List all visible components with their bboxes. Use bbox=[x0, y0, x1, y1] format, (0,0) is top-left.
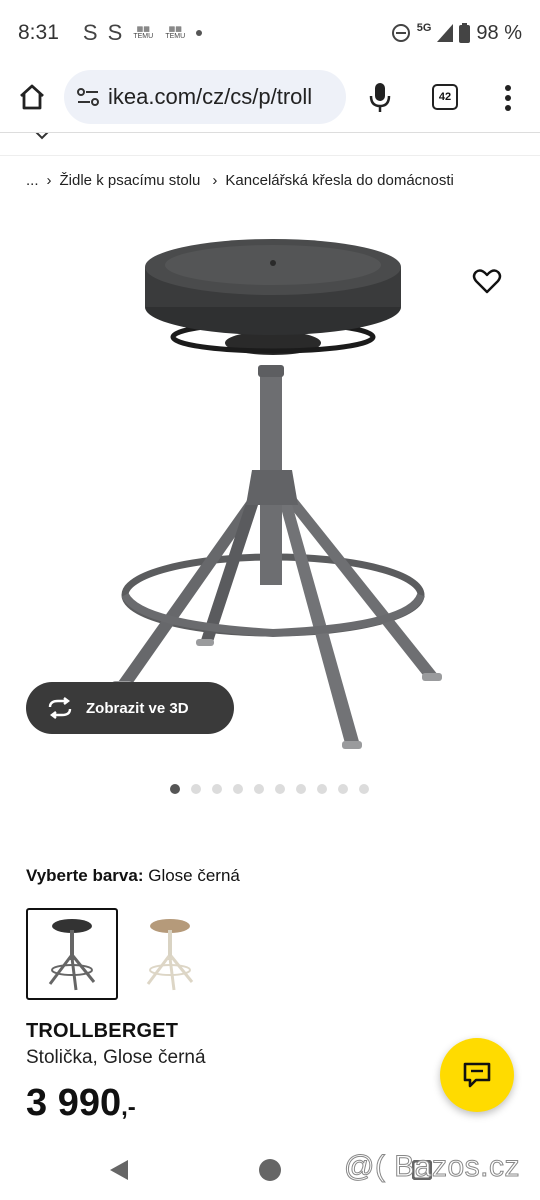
gallery-dot[interactable] bbox=[170, 784, 180, 794]
browser-toolbar: ikea.com/cz/cs/p/troll 42 bbox=[0, 66, 540, 132]
back-icon[interactable] bbox=[108, 1158, 130, 1182]
product-description: Stolička, Glose černá bbox=[26, 1047, 206, 1068]
more-notifications-dot bbox=[196, 30, 203, 36]
home-circle-icon[interactable] bbox=[258, 1158, 282, 1182]
view-3d-label: Zobrazit ve 3D bbox=[86, 699, 189, 717]
temu-notif-icon: ▦▦ TEMU bbox=[133, 26, 154, 40]
site-settings-icon[interactable] bbox=[76, 86, 100, 108]
heart-icon[interactable] bbox=[472, 266, 502, 296]
temu-label: TEMU bbox=[165, 33, 186, 40]
chevron-down-icon bbox=[35, 133, 49, 140]
temu-label: TEMU bbox=[133, 33, 154, 40]
gallery-dot[interactable] bbox=[254, 784, 264, 794]
gallery-dot[interactable] bbox=[296, 784, 306, 794]
watermark: @( Bazos.cz bbox=[344, 1150, 521, 1184]
color-swatch-beige[interactable] bbox=[124, 908, 216, 1000]
swatch-thumbnail bbox=[48, 919, 96, 991]
breadcrumb: ... › Židle k psacímu stolu › Kancelářsk… bbox=[26, 172, 454, 189]
gallery-pagination bbox=[170, 784, 369, 794]
scrolled-header-remnant bbox=[0, 132, 540, 156]
color-label-prefix: Vyberte barva: bbox=[26, 866, 144, 885]
gallery-dot[interactable] bbox=[212, 784, 222, 794]
chevron-right-icon: › bbox=[46, 172, 52, 189]
gallery-dot[interactable] bbox=[359, 784, 369, 794]
gallery-dot[interactable] bbox=[317, 784, 327, 794]
breadcrumb-item[interactable]: Židle k psacímu stolu bbox=[60, 172, 201, 189]
home-icon[interactable] bbox=[17, 82, 47, 112]
battery-level: 98 % bbox=[476, 21, 522, 44]
status-bar: 8:31 S S ▦▦ TEMU ▦▦ TEMU 5G 98 % bbox=[0, 0, 540, 66]
color-swatch-black[interactable] bbox=[26, 908, 118, 1000]
underline-remnant bbox=[68, 132, 316, 133]
product-price: 3 990 ,- bbox=[26, 1082, 136, 1125]
chat-icon bbox=[463, 1062, 491, 1088]
price-main: 3 990 bbox=[26, 1082, 122, 1124]
notif-s-icon: S bbox=[82, 20, 98, 45]
address-bar[interactable]: ikea.com/cz/cs/p/troll bbox=[64, 70, 346, 124]
gallery-dot[interactable] bbox=[338, 784, 348, 794]
notif-s-icon: S bbox=[107, 20, 123, 45]
signal-icon bbox=[437, 24, 454, 42]
url-text: ikea.com/cz/cs/p/troll bbox=[108, 84, 313, 109]
swatch-thumbnail bbox=[146, 919, 194, 991]
price-suffix: ,- bbox=[121, 1094, 136, 1121]
gallery-dot[interactable] bbox=[233, 784, 243, 794]
view-3d-button[interactable]: Zobrazit ve 3D bbox=[26, 682, 234, 734]
color-selector-label: Vyberte barva: Glose černá bbox=[26, 866, 240, 886]
tabs-icon[interactable]: 42 bbox=[432, 84, 458, 110]
gallery-dot[interactable] bbox=[275, 784, 285, 794]
network-label: 5G bbox=[416, 22, 432, 34]
more-vert-icon[interactable] bbox=[504, 84, 512, 112]
chevron-right-icon: › bbox=[212, 172, 218, 189]
product-name: TROLLBERGET bbox=[26, 1020, 179, 1042]
rotate-3d-icon bbox=[48, 697, 72, 719]
dnd-icon bbox=[391, 24, 410, 42]
breadcrumb-item[interactable]: Kancelářská křesla do domácnosti bbox=[225, 172, 453, 189]
color-selected-value: Glose černá bbox=[148, 866, 240, 885]
battery-icon bbox=[459, 23, 471, 43]
breadcrumb-ellipsis[interactable]: ... bbox=[26, 172, 39, 189]
tab-count: 42 bbox=[438, 91, 452, 103]
chat-button[interactable] bbox=[440, 1038, 514, 1112]
gallery-dot[interactable] bbox=[191, 784, 201, 794]
temu-notif-icon: ▦▦ TEMU bbox=[165, 26, 186, 40]
mic-icon[interactable] bbox=[368, 82, 392, 114]
status-time: 8:31 bbox=[18, 21, 59, 44]
